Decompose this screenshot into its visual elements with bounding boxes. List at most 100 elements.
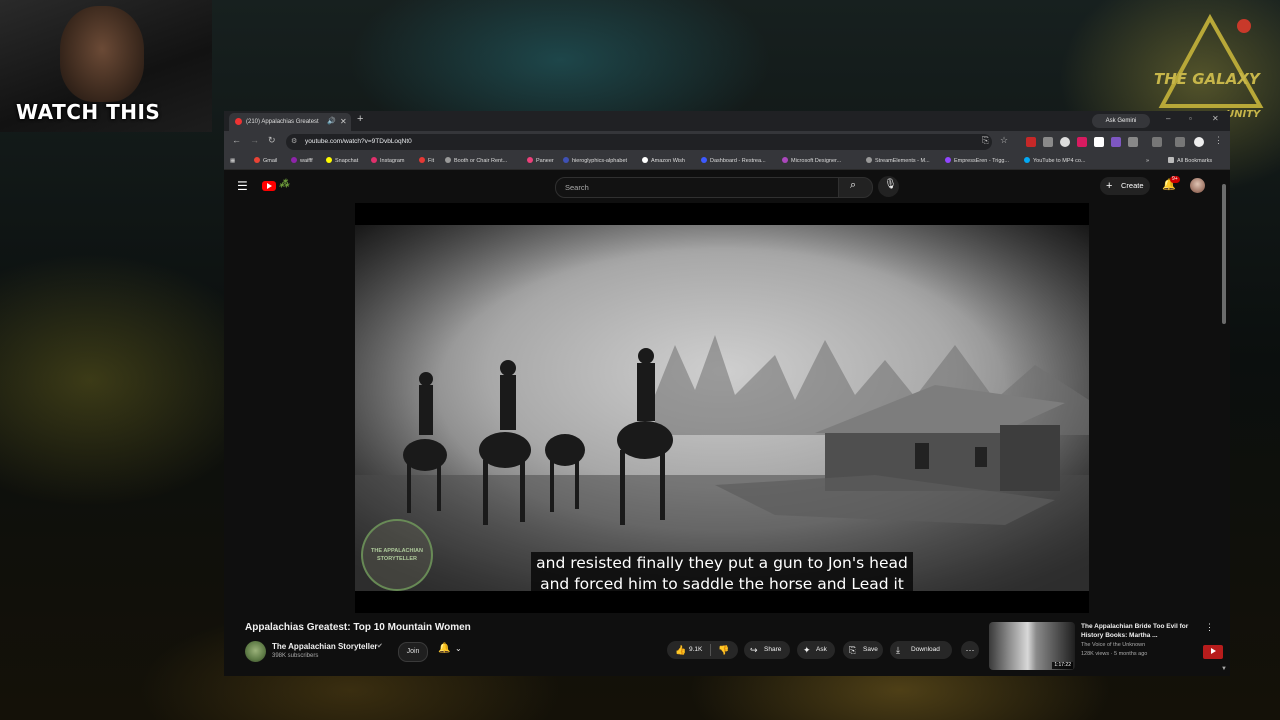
bookmarks-overflow-icon[interactable]: »	[1146, 153, 1149, 169]
bookmarks-bar: ▦ Gmail waifff Snapchat Instagram Fit Bo…	[224, 153, 1230, 170]
share-icon: ↪	[750, 645, 758, 655]
close-window-icon[interactable]: ✕	[1212, 114, 1219, 123]
youtube-doodle-wordmark[interactable]: ⁂	[279, 179, 289, 190]
like-count[interactable]: 9.1K	[689, 641, 702, 659]
closed-captions: and resisted finally they put a gun to J…	[355, 552, 1089, 591]
bookmark-booth-rent[interactable]: Booth or Chair Rent...	[445, 153, 507, 169]
bookmark-streamelements[interactable]: StreamElements - M...	[866, 153, 930, 169]
channel-name[interactable]: The Appalachian Storyteller	[272, 642, 378, 651]
all-bookmarks-folder[interactable]: All Bookmarks	[1168, 153, 1212, 169]
new-tab-icon[interactable]: +	[357, 113, 363, 125]
maximize-icon[interactable]: ▫	[1189, 114, 1192, 123]
bookmark-empresseren[interactable]: EmpressEren - Trigg...	[945, 153, 1009, 169]
tab-audio-icon[interactable]: 🔊	[327, 113, 336, 131]
menu-hamburger-icon[interactable]: ☰	[237, 179, 248, 193]
profile-icon[interactable]	[1194, 137, 1204, 147]
browser-menu-icon[interactable]: ⋮	[1214, 135, 1223, 146]
suggested-video[interactable]: 1:17:22 The Appalachian Bride Too Evil f…	[989, 622, 1214, 672]
kebab-menu-icon[interactable]: ⋮	[1205, 622, 1214, 633]
youtube-logo-icon[interactable]	[262, 181, 276, 191]
site-info-icon[interactable]: ⚙	[291, 137, 297, 145]
extension-icon-6[interactable]	[1111, 137, 1121, 147]
video-duration: 1:17:22	[1052, 662, 1073, 669]
subscriber-count: 398K subscribers	[272, 653, 319, 659]
bookmark-fit[interactable]: Fit	[419, 153, 434, 169]
browser-tab-active[interactable]: (210) Appalachias Greatest 🔊 ✕	[229, 113, 351, 131]
channel-avatar[interactable]	[245, 641, 266, 662]
verified-badge-icon: ✔	[377, 643, 383, 650]
more-actions-icon[interactable]: ⋯	[961, 641, 979, 659]
subscription-bell-icon[interactable]: 🔔	[438, 643, 450, 654]
reload-icon[interactable]: ↻	[268, 135, 276, 146]
extensions-puzzle-icon[interactable]	[1128, 137, 1138, 147]
sparkle-icon: ✦	[803, 645, 811, 655]
ask-gemini-button[interactable]: Ask Gemini	[1092, 114, 1150, 128]
address-bar[interactable]: ⚙ youtube.com/watch?v=9TDvbLoqNt0	[286, 134, 992, 150]
suggested-meta: 128K views · 5 months ago	[1081, 651, 1148, 657]
install-app-icon[interactable]: ⎘	[982, 135, 989, 146]
tab-close-icon[interactable]: ✕	[340, 113, 347, 131]
logo-text: THE GALAXY	[1154, 70, 1262, 88]
like-icon[interactable]: 👍	[675, 641, 686, 659]
bookmark-youtube-mp4[interactable]: YouTube to MP4 co...	[1024, 153, 1086, 169]
bookmark-snapchat[interactable]: Snapchat	[326, 153, 358, 169]
youtube-page: ☰ ⁂ Search ⌕ 🎙 + Create 🔔 9+ THE APPALAC…	[224, 170, 1230, 676]
download-icon: ⤓	[896, 645, 900, 655]
bookmark-amazon-wish[interactable]: Amazon Wish	[642, 153, 685, 169]
extension-icon-1[interactable]	[1026, 137, 1036, 147]
cast-icon[interactable]	[1152, 137, 1162, 147]
search-placeholder: Search	[565, 183, 589, 192]
back-icon[interactable]: ←	[232, 135, 241, 145]
bookmark-gmail[interactable]: Gmail	[254, 153, 277, 169]
snapchat-icon	[326, 157, 332, 163]
create-label: Create	[1121, 181, 1144, 190]
ask-button[interactable]: ✦ Ask	[797, 641, 835, 659]
streamer-webcam: WATCH THIS	[0, 0, 212, 132]
address-url: youtube.com/watch?v=9TDvbLoqNt0	[305, 138, 412, 145]
dislike-icon[interactable]: 👎	[718, 641, 729, 659]
video-frame[interactable]: THE APPALACHIAN STORYTELLER and resisted…	[355, 225, 1089, 591]
bookmark-instagram[interactable]: Instagram	[371, 153, 404, 169]
create-button[interactable]: + Create	[1100, 177, 1150, 195]
minimize-icon[interactable]: –	[1166, 114, 1170, 123]
extension-icon-4[interactable]	[1077, 137, 1087, 147]
account-avatar[interactable]	[1190, 178, 1205, 193]
forward-icon[interactable]: →	[250, 135, 259, 145]
download-label: Download	[911, 646, 940, 653]
bookmark-icon: ⎘	[849, 645, 857, 655]
bookmark-paneer[interactable]: Paneer	[527, 153, 554, 169]
voice-search-button[interactable]: 🎙	[878, 176, 899, 197]
tab-title: (210) Appalachias Greatest	[246, 119, 319, 125]
search-button[interactable]: ⌕	[838, 177, 873, 198]
search-input[interactable]: Search	[555, 177, 839, 198]
suggested-channel[interactable]: The Voice of the Unknown	[1081, 642, 1145, 648]
chevron-down-icon[interactable]: ⌄	[455, 644, 462, 653]
scrollbar-thumb[interactable]	[1222, 184, 1226, 324]
webcam-caption: WATCH THIS	[16, 100, 161, 124]
join-button[interactable]: Join	[398, 642, 428, 662]
bookmark-icon	[1024, 157, 1030, 163]
extension-icon-2[interactable]	[1043, 137, 1053, 147]
bookmark-star-icon[interactable]: ☆	[1000, 135, 1008, 146]
bookmark-microsoft-designer[interactable]: Microsoft Designer...	[782, 153, 841, 169]
scroll-down-arrow-icon[interactable]: ▼	[1221, 666, 1227, 672]
extension-icon-5[interactable]	[1094, 137, 1104, 147]
reading-list-icon[interactable]	[1175, 137, 1185, 147]
caption-line-2: and forced him to saddle the horse and L…	[540, 575, 904, 591]
suggested-title[interactable]: The Appalachian Bride Too Evil for Histo…	[1081, 622, 1201, 640]
microphone-icon: 🎙	[884, 179, 897, 190]
globe-icon	[445, 157, 451, 163]
suggested-thumbnail[interactable]: 1:17:22	[989, 622, 1075, 670]
share-button[interactable]: ↪ Share	[744, 641, 790, 659]
bookmark-waifff[interactable]: waifff	[291, 153, 313, 169]
download-button[interactable]: ⤓ Download	[890, 641, 952, 659]
apps-grid-icon[interactable]: ▦	[230, 153, 235, 169]
save-button[interactable]: ⎘ Save	[843, 641, 883, 659]
bookmark-hieroglyphics[interactable]: hieroglyphics-alphabet	[563, 153, 627, 169]
bookmark-restream[interactable]: Dashboard - Restrea...	[701, 153, 766, 169]
share-label: Share	[764, 646, 782, 653]
youtube-masthead: ☰ ⁂ Search ⌕ 🎙 + Create 🔔 9+	[224, 170, 1230, 204]
extension-icon-3[interactable]	[1060, 137, 1070, 147]
video-player[interactable]: THE APPALACHIAN STORYTELLER and resisted…	[355, 203, 1089, 613]
browser-window: (210) Appalachias Greatest 🔊 ✕ + Ask Gem…	[224, 111, 1230, 676]
